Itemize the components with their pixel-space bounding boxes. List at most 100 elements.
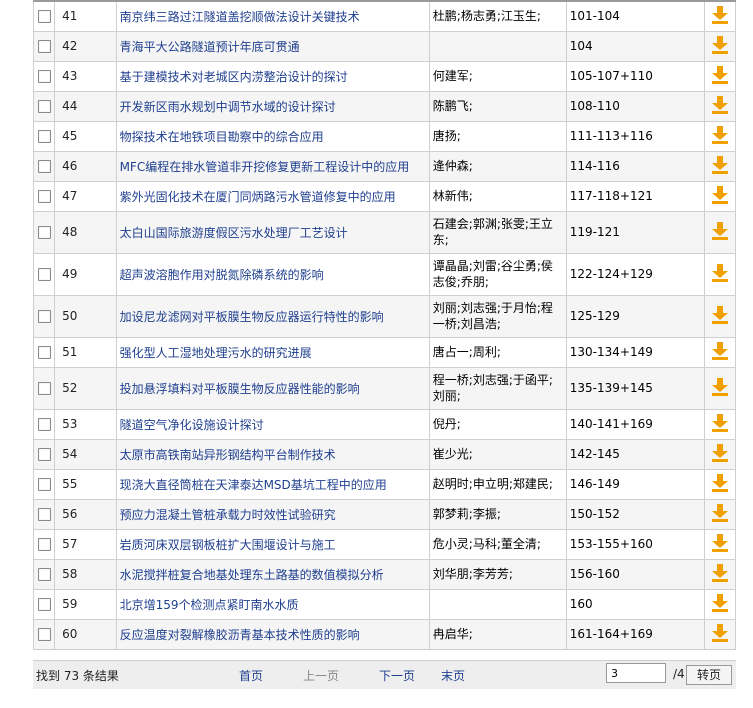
first-page-link[interactable]: 首页 (239, 667, 263, 684)
row-checkbox[interactable] (37, 382, 51, 395)
row-title-cell: 岩质河床双层钢板桩扩大围堰设计与施工 (115, 528, 430, 560)
row-pages: 101-104 (565, 0, 705, 32)
row-checkbox[interactable] (37, 70, 51, 83)
article-title-link[interactable]: 太原市高铁南站异形钢结构平台制作技术 (120, 448, 336, 462)
article-title-link[interactable]: MFC编程在排水管道非开挖修复更新工程设计中的应用 (120, 160, 410, 174)
row-title-cell: 青海平大公路隧道预计年底可贯通 (115, 30, 430, 62)
download-icon[interactable] (711, 185, 729, 208)
article-title-link[interactable]: 开发新区雨水规划中调节水域的设计探讨 (120, 100, 336, 114)
download-icon[interactable] (711, 443, 729, 466)
row-checkbox[interactable] (37, 10, 51, 24)
row-checkbox[interactable] (37, 628, 51, 641)
row-download-cell (703, 408, 737, 440)
row-pages: 161-164+169 (565, 618, 705, 650)
article-title-link[interactable]: 物探技术在地铁项目勘察中的综合应用 (120, 130, 324, 144)
row-title-cell: 南京纬三路过江隧道盖挖顺做法设计关键技术 (115, 0, 430, 32)
table-row: 45 物探技术在地铁项目勘察中的综合应用 唐扬; 111-113+116 (32, 120, 737, 152)
row-checkbox[interactable] (37, 100, 51, 113)
row-author: 谭晶晶;刘雷;谷尘勇;侯志俊;乔朋; (428, 252, 567, 296)
article-title-link[interactable]: 青海平大公路隧道预计年底可贯通 (120, 40, 300, 54)
row-checkbox[interactable] (37, 418, 51, 431)
row-checkbox[interactable] (37, 190, 51, 203)
download-icon[interactable] (711, 563, 729, 586)
row-author (428, 30, 567, 62)
row-checkbox[interactable] (37, 268, 51, 281)
last-page-link[interactable]: 末页 (441, 667, 465, 684)
article-title-link[interactable]: 强化型人工湿地处理污水的研究进展 (120, 346, 312, 360)
download-icon[interactable] (711, 155, 729, 178)
download-icon[interactable] (711, 593, 729, 616)
row-number-cell: 43 (54, 60, 117, 92)
row-checkbox[interactable] (37, 346, 51, 359)
row-checkbox[interactable] (37, 130, 51, 143)
row-checkbox[interactable] (37, 310, 51, 323)
go-page-button[interactable]: 转页 (686, 665, 732, 685)
article-title-link[interactable]: 岩质河床双层钢板桩扩大围堰设计与施工 (120, 538, 336, 552)
table-row: 46 MFC编程在排水管道非开挖修复更新工程设计中的应用 逄仲森; 114-11… (32, 150, 737, 182)
table-row: 50 加设尼龙滤网对平板膜生物反应器运行特性的影响 刘丽;刘志强;于月怡;程一桥… (32, 294, 737, 338)
download-icon[interactable] (711, 305, 729, 328)
row-checkbox-cell (32, 294, 56, 338)
row-checkbox[interactable] (37, 226, 51, 239)
article-title-link[interactable]: 紫外光固化技术在厦门同炳路污水管道修复中的应用 (120, 190, 396, 204)
row-download-cell (703, 90, 737, 122)
article-title-link[interactable]: 现浇大直径筒桩在天津泰达MSD基坑工程中的应用 (120, 478, 387, 492)
table-row: 52 投加悬浮填料对平板膜生物反应器性能的影响 程一桥;刘志强;于函平;刘丽; … (32, 366, 737, 410)
row-checkbox[interactable] (37, 538, 51, 551)
row-checkbox-cell (32, 30, 56, 62)
download-icon[interactable] (711, 5, 729, 28)
row-download-cell (703, 294, 737, 338)
row-checkbox-cell (32, 252, 56, 296)
page-number-input[interactable]: 3 (606, 663, 666, 683)
download-icon[interactable] (711, 35, 729, 58)
download-icon[interactable] (711, 503, 729, 526)
article-title-link[interactable]: 反应温度对裂解橡胶沥青基本技术性质的影响 (120, 628, 360, 642)
row-download-cell (703, 618, 737, 650)
row-pages: 153-155+160 (565, 528, 705, 560)
row-checkbox[interactable] (37, 40, 51, 53)
row-title-cell: 物探技术在地铁项目勘察中的综合应用 (115, 120, 430, 152)
row-checkbox[interactable] (37, 508, 51, 521)
download-icon[interactable] (711, 473, 729, 496)
article-title-link[interactable]: 南京纬三路过江隧道盖挖顺做法设计关键技术 (120, 10, 360, 24)
row-checkbox[interactable] (37, 598, 51, 611)
article-title-link[interactable]: 基于建模技术对老城区内涝整治设计的探讨 (120, 70, 348, 84)
row-checkbox-cell (32, 90, 56, 122)
article-title-link[interactable]: 水泥搅拌桩复合地基处理东土路基的数值模拟分析 (120, 568, 384, 582)
row-checkbox[interactable] (37, 478, 51, 491)
next-page-link[interactable]: 下一页 (379, 667, 415, 684)
row-author: 杜鹏;杨志勇;江玉生; (428, 0, 567, 32)
download-icon[interactable] (711, 623, 729, 646)
row-checkbox[interactable] (37, 448, 51, 461)
download-icon[interactable] (711, 125, 729, 148)
row-checkbox-cell (32, 558, 56, 590)
download-icon[interactable] (711, 95, 729, 118)
article-title-link[interactable]: 太白山国际旅游度假区污水处理厂工艺设计 (120, 226, 348, 240)
row-author: 程一桥;刘志强;于函平;刘丽; (428, 366, 567, 410)
download-icon[interactable] (711, 377, 729, 400)
article-title-link[interactable]: 投加悬浮填料对平板膜生物反应器性能的影响 (120, 382, 360, 396)
article-title-link[interactable]: 超声波溶胞作用对脱氮除磷系统的影响 (120, 268, 324, 282)
row-download-cell (703, 498, 737, 530)
row-title-cell: 隧道空气净化设施设计探讨 (115, 408, 430, 440)
row-author: 郭梦莉;李振; (428, 498, 567, 530)
download-icon[interactable] (711, 413, 729, 436)
download-icon[interactable] (711, 263, 729, 286)
table-row: 56 预应力混凝土管桩承载力时效性试验研究 郭梦莉;李振; 150-152 (32, 498, 737, 530)
article-title-link[interactable]: 隧道空气净化设施设计探讨 (120, 418, 264, 432)
table-row: 43 基于建模技术对老城区内涝整治设计的探讨 何建军; 105-107+110 (32, 60, 737, 92)
table-row: 48 太白山国际旅游度假区污水处理厂工艺设计 石建会;郭渊;张雯;王立东; 11… (32, 210, 737, 254)
row-checkbox[interactable] (37, 160, 51, 173)
download-icon[interactable] (711, 533, 729, 556)
article-title-link[interactable]: 加设尼龙滤网对平板膜生物反应器运行特性的影响 (120, 310, 384, 324)
article-title-link[interactable]: 北京增159个检测点紧盯南水水质 (120, 598, 299, 612)
article-title-link[interactable]: 预应力混凝土管桩承载力时效性试验研究 (120, 508, 336, 522)
download-icon[interactable] (711, 341, 729, 364)
row-checkbox[interactable] (37, 568, 51, 581)
row-number-cell: 55 (54, 468, 117, 500)
row-author: 刘华朋;李芳芳; (428, 558, 567, 590)
download-icon[interactable] (711, 221, 729, 244)
prev-page-link: 上一页 (303, 669, 340, 683)
download-icon[interactable] (711, 65, 729, 88)
row-number: 44 (62, 99, 78, 113)
